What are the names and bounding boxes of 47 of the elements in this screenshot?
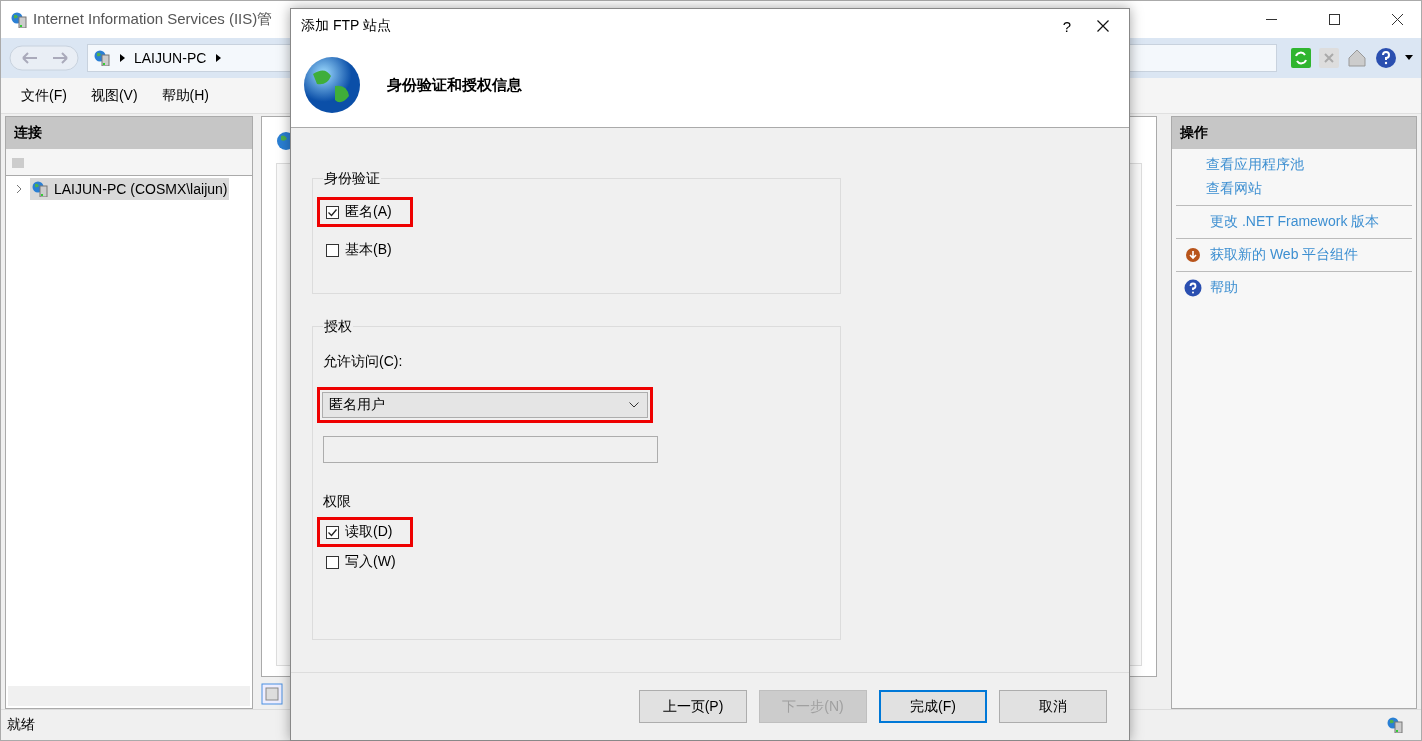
dropdown[interactable]: 匿名用户 [322, 392, 648, 418]
minimize-icon [1266, 18, 1277, 21]
menu-item[interactable]: 视图(V) [90, 86, 138, 105]
help-icon [1184, 279, 1202, 297]
help-icon [1375, 47, 1397, 69]
server-icon [1387, 717, 1403, 733]
maximize-icon [1329, 14, 1340, 25]
breadcrumb[interactable]: LAIJUN-PC [134, 50, 207, 66]
close-icon [1392, 14, 1403, 25]
text-field[interactable] [323, 436, 658, 463]
dropdown-icon [1405, 55, 1413, 61]
window-title: Internet Information Services (IIS)管 [33, 10, 273, 29]
field-label: 允许访问(C): [323, 353, 403, 371]
checkbox[interactable]: 读取(D) [326, 523, 393, 541]
checkbox[interactable]: 写入(W) [326, 553, 396, 571]
refresh-icon [1291, 48, 1311, 68]
dialog-button[interactable]: 完成(F) [879, 690, 987, 723]
server-icon [94, 50, 110, 66]
chevron-down-icon [629, 402, 639, 408]
status-text: 就绪 [7, 716, 35, 734]
tree-item[interactable]: LAIJUN-PC (COSMX\laijun) [30, 178, 230, 200]
group-title: 授权 [323, 318, 353, 336]
back-forward-icon [9, 44, 79, 72]
checkbox[interactable]: 基本(B) [326, 241, 392, 259]
server-icon [32, 181, 48, 197]
checkbox[interactable]: 匿名(A) [326, 203, 392, 221]
home-icon [1347, 48, 1367, 68]
download-icon [1185, 247, 1201, 263]
menu-item[interactable]: 帮助(H) [161, 86, 209, 105]
dialog-title: 添加 FTP 站点 [301, 17, 391, 35]
help-button[interactable]: ? [1044, 17, 1089, 35]
app-icon [11, 11, 27, 28]
dialog-heading: 身份验证和授权信息 [387, 75, 522, 95]
dialog-button[interactable]: 取消 [999, 690, 1107, 723]
expand-icon [14, 184, 24, 194]
stop-icon [1319, 48, 1339, 68]
globe-icon [303, 56, 361, 114]
arrow-icon [214, 53, 223, 63]
view-icon [261, 683, 283, 705]
field-label: 权限 [323, 493, 351, 511]
close-icon [1097, 20, 1109, 32]
dialog-button[interactable]: 上一页(P) [639, 690, 747, 723]
panel-title: 连接 [14, 124, 42, 142]
panel-title: 操作 [1180, 124, 1208, 142]
group-title: 身份验证 [323, 170, 381, 188]
menu-item[interactable]: 文件(F) [21, 86, 67, 105]
arrow-icon [118, 53, 126, 63]
